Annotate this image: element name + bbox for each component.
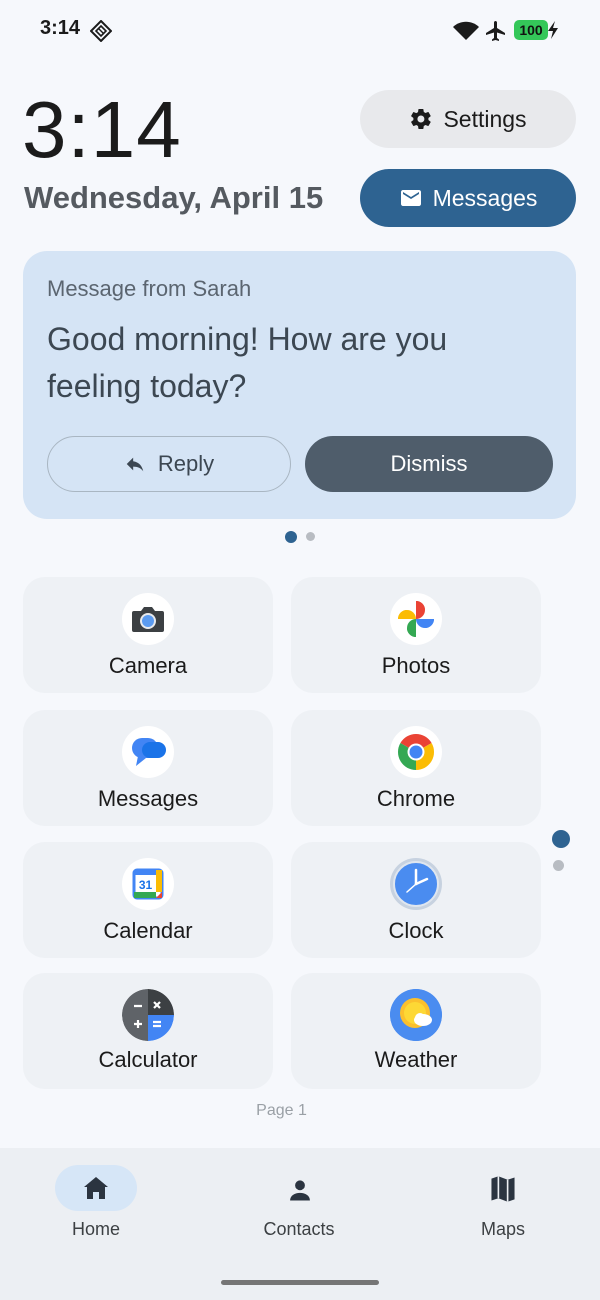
card-page-dot-active[interactable]	[285, 531, 297, 543]
nav-home-pill[interactable]	[55, 1165, 137, 1211]
app-label: Camera	[108, 653, 188, 678]
app-tile-photos[interactable]: Photos	[291, 577, 541, 693]
charging-icon	[548, 21, 558, 39]
camera-icon	[122, 593, 174, 645]
dismiss-label: Dismiss	[390, 451, 468, 476]
page-indicator: Page 1	[256, 1102, 307, 1119]
app-tile-messages[interactable]: Messages	[23, 710, 273, 826]
nav-maps-label[interactable]: Maps	[443, 1219, 563, 1240]
lock-date: Wednesday, April 15	[24, 180, 324, 215]
app-tile-calendar[interactable]: 31 Calendar	[23, 842, 273, 958]
person-icon[interactable]	[286, 1176, 314, 1204]
app-tile-chrome[interactable]: Chrome	[291, 710, 541, 826]
reply-label: Reply	[157, 451, 215, 476]
app-label: Calendar	[103, 918, 193, 943]
status-time: 3:14	[40, 17, 81, 39]
app-label: Weather	[374, 1047, 458, 1072]
calculator-icon	[122, 989, 174, 1041]
reply-icon	[126, 457, 144, 472]
nav-home-label[interactable]: Home	[36, 1219, 156, 1240]
status-notification-icon	[90, 20, 112, 42]
app-tile-weather[interactable]: Weather	[291, 973, 541, 1089]
app-label: Photos	[381, 653, 451, 678]
gesture-bar[interactable]	[221, 1280, 379, 1285]
app-label: Clock	[388, 918, 444, 943]
dismiss-button[interactable]: Dismiss	[305, 436, 553, 492]
messages-icon	[122, 726, 174, 778]
home-icon	[84, 1177, 108, 1199]
airplane-mode-icon	[486, 21, 505, 41]
calendar-icon: 31	[122, 858, 174, 910]
settings-label: Settings	[443, 105, 527, 132]
app-tile-calculator[interactable]: Calculator	[23, 973, 273, 1089]
clock-icon	[390, 858, 442, 910]
app-label: Calculator	[98, 1047, 198, 1072]
home-page-dot-active[interactable]	[552, 830, 570, 848]
battery-indicator: 100	[514, 20, 548, 40]
app-tile-clock[interactable]: Clock	[291, 842, 541, 958]
map-icon[interactable]	[489, 1174, 517, 1204]
home-page-dot[interactable]	[553, 860, 564, 871]
app-tile-camera[interactable]: Camera	[23, 577, 273, 693]
messages-label: Messages	[432, 184, 538, 211]
wifi-icon	[453, 21, 479, 40]
photos-icon	[390, 593, 442, 645]
lock-clock: 3:14	[22, 85, 182, 174]
calendar-day: 31	[139, 878, 153, 892]
settings-button[interactable]: Settings	[360, 90, 576, 148]
chrome-icon	[390, 726, 442, 778]
app-label: Chrome	[376, 786, 456, 811]
card-page-dot[interactable]	[306, 532, 315, 541]
messages-button[interactable]: Messages	[360, 169, 576, 227]
weather-icon	[390, 989, 442, 1041]
mail-icon	[400, 190, 421, 206]
reply-button[interactable]: Reply	[47, 436, 291, 492]
notification-sender: Message from Sarah	[47, 276, 252, 301]
gear-icon	[411, 108, 432, 130]
app-label: Messages	[97, 786, 199, 811]
notification-text: Good morning! How are you feeling today?	[47, 321, 448, 404]
nav-contacts-label[interactable]: Contacts	[239, 1219, 359, 1240]
